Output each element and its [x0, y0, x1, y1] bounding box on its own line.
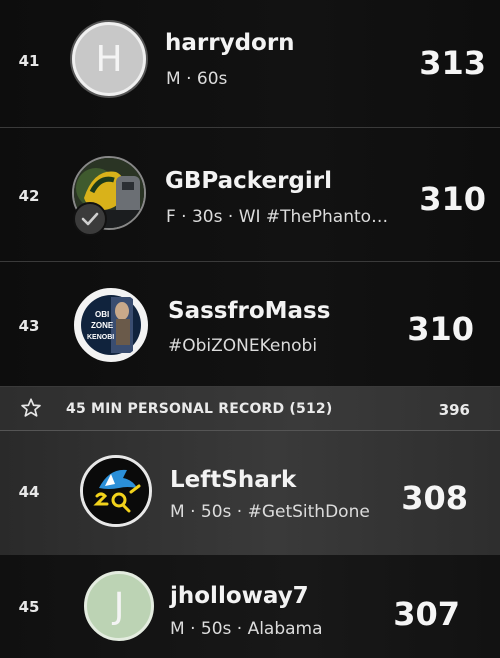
avatar-letter: H	[95, 38, 123, 80]
leaderboard-row[interactable]: 45 J jholloway7 M · 50s · Alabama 307	[0, 555, 500, 658]
leaderboard-row[interactable]: 43 OBI ZONE KENOBI SassfroMass #ObiZONEK…	[0, 262, 500, 387]
rank-number: 44	[18, 483, 40, 501]
logo-line: KENOBI	[87, 334, 114, 341]
username[interactable]: SassfroMass	[168, 298, 330, 324]
output-score: 310	[419, 180, 486, 218]
leaderboard: 41 H harrydorn M · 60s 313 42 GBPackergi…	[0, 0, 500, 658]
personal-record-bar: 45 MIN PERSONAL RECORD (512) 396	[0, 387, 500, 431]
avatar[interactable]: H	[72, 22, 146, 96]
leaderboard-row[interactable]: 42 GBPackergirl F · 30s · WI #ThePhanto……	[0, 128, 500, 262]
leaderboard-row[interactable]: 41 H harrydorn M · 60s 313	[0, 0, 500, 128]
rank-number: 41	[18, 52, 40, 70]
logo-line: ZONE	[91, 321, 114, 330]
user-meta: #ObiZONEKenobi	[168, 336, 318, 356]
username[interactable]: GBPackergirl	[165, 168, 332, 194]
rank-number: 42	[18, 187, 40, 205]
verified-check-icon	[73, 202, 107, 236]
username[interactable]: harrydorn	[165, 30, 295, 56]
shark-logo-icon	[83, 458, 149, 524]
personal-record-value: 396	[438, 401, 470, 419]
output-score: 307	[393, 595, 460, 633]
username[interactable]: LeftShark	[170, 467, 296, 493]
star-icon	[21, 398, 41, 417]
output-score: 310	[407, 310, 474, 348]
username[interactable]: jholloway7	[170, 583, 309, 609]
avatar[interactable]: OBI ZONE KENOBI	[74, 288, 148, 362]
logo-line: OBI	[95, 310, 109, 319]
user-meta: M · 50s · #GetSithDone	[170, 502, 370, 522]
obi-zone-logo-icon: OBI ZONE KENOBI	[81, 295, 141, 355]
avatar[interactable]	[80, 455, 152, 527]
output-score: 308	[401, 479, 468, 517]
rank-number: 43	[18, 317, 40, 335]
rank-number: 45	[18, 598, 40, 616]
user-meta: F · 30s · WI #ThePhanto…	[166, 207, 389, 227]
output-score: 313	[419, 44, 486, 82]
avatar[interactable]: J	[84, 571, 154, 641]
user-meta: M · 60s	[166, 69, 228, 89]
leaderboard-row-current-user[interactable]: 44 LeftShark M · 50s · #GetSithDone 308	[0, 431, 500, 555]
avatar-letter: J	[113, 585, 125, 627]
personal-record-label: 45 MIN PERSONAL RECORD (512)	[66, 401, 333, 417]
user-meta: M · 50s · Alabama	[170, 619, 323, 639]
